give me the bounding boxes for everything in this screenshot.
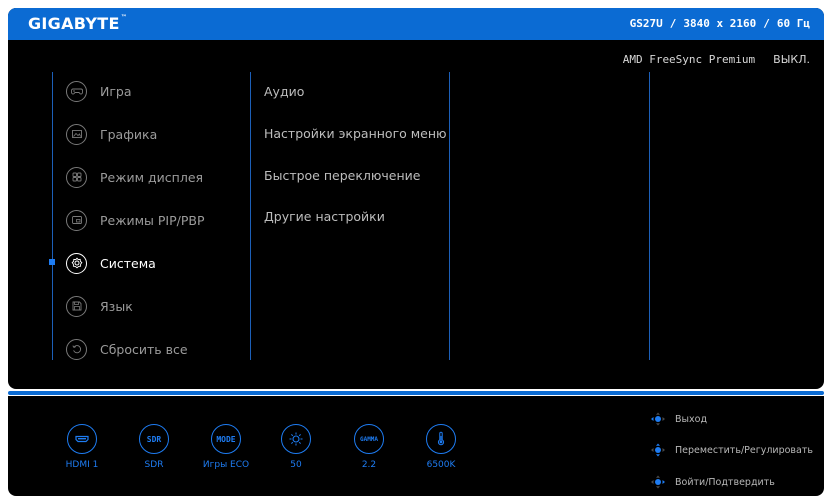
menu-column-line: [52, 72, 53, 360]
hint-enter-confirm: Войти/Подтвердить: [648, 475, 775, 489]
quick-color-temperature: 6500K: [411, 424, 471, 470]
menu-item-label: Система: [100, 255, 156, 271]
menu-item-label: Режимы PIP/PBP: [100, 212, 205, 228]
submenu-item-audio[interactable]: Аудио: [264, 84, 304, 99]
hdmi-icon: [67, 424, 97, 454]
menu-item-label: Режим дисплея: [100, 169, 204, 185]
hint-exit: Выход: [648, 412, 707, 426]
gamepad-icon: [66, 80, 87, 102]
submenu-item-other-settings[interactable]: Другие настройки: [264, 209, 385, 224]
floppy-icon: [66, 295, 87, 317]
quick-gamma: GAMMA 2.2: [339, 424, 399, 470]
joystick-right-icon: [651, 475, 665, 489]
gear-icon: [66, 252, 87, 274]
separator: /: [669, 17, 677, 30]
reset-icon: [66, 338, 87, 360]
menu-item-display-mode[interactable]: Режим дисплея: [66, 166, 203, 188]
osd-main-panel: GIGABYTE™ GS27U / 3840 x 2160 / 60 Гц AMD Fr…: [8, 8, 824, 389]
option-column-line: [449, 72, 450, 360]
value-column-line: [649, 72, 650, 360]
quick-input-source: HDMI 1: [52, 424, 112, 470]
refresh-rate: 60 Гц: [776, 17, 810, 30]
status-value: ВЫКЛ.: [773, 53, 810, 66]
menu-item-label: Игра: [100, 83, 132, 99]
menu-item-reset-all[interactable]: Сбросить все: [66, 338, 188, 360]
joystick-up-down-icon: [651, 443, 665, 457]
accent-divider: [8, 391, 824, 395]
quick-info-bar: HDMI 1 SDR SDR MODE Игры ECO 50 GAMMA 2.…: [8, 396, 824, 496]
title-bar: GIGABYTE™ GS27U / 3840 x 2160 / 60 Гц: [8, 8, 824, 40]
brand-logo: GIGABYTE™: [28, 14, 128, 33]
active-indicator: [49, 259, 55, 265]
resolution: 3840 x 2160: [683, 17, 757, 30]
menu-item-system[interactable]: Система: [66, 252, 156, 274]
pip-icon: [66, 209, 87, 231]
separator: /: [763, 17, 770, 30]
status-feature: AMD FreeSync Premium: [622, 53, 756, 66]
quick-hdr-mode: SDR SDR: [124, 424, 184, 470]
menu-item-label: Графика: [100, 126, 158, 142]
menu-item-graphics[interactable]: Графика: [66, 123, 157, 145]
quick-brightness: 50: [266, 424, 326, 470]
display-mode-icon: [66, 166, 87, 188]
menu-item-label: Язык: [100, 298, 133, 314]
status-row: AMD FreeSync Premium ВЫКЛ.: [623, 53, 810, 66]
model-info: GS27U / 3840 x 2160 / 60 Гц: [630, 17, 810, 30]
submenu-item-osd-settings[interactable]: Настройки экранного меню: [264, 126, 447, 141]
model-name: GS27U: [629, 17, 663, 30]
menu-item-pip-pbp[interactable]: Режимы PIP/PBP: [66, 209, 205, 231]
hint-move-adjust: Переместить/Регулировать: [648, 443, 813, 457]
sdr-icon: SDR: [139, 424, 169, 454]
menu-item-label: Сбросить все: [100, 341, 188, 357]
submenu-item-quick-switch[interactable]: Быстрое переключение: [264, 168, 420, 183]
quick-picture-mode: MODE Игры ECO: [196, 424, 256, 470]
menu-item-game[interactable]: Игра: [66, 80, 132, 102]
submenu-column-line: [250, 72, 251, 360]
joystick-left-icon: [651, 412, 665, 426]
gamma-icon: GAMMA: [354, 424, 384, 454]
menu-item-language[interactable]: Язык: [66, 295, 133, 317]
thermometer-icon: [426, 424, 456, 454]
mode-icon: MODE: [211, 424, 241, 454]
brightness-icon: [281, 424, 311, 454]
picture-icon: [66, 123, 87, 145]
